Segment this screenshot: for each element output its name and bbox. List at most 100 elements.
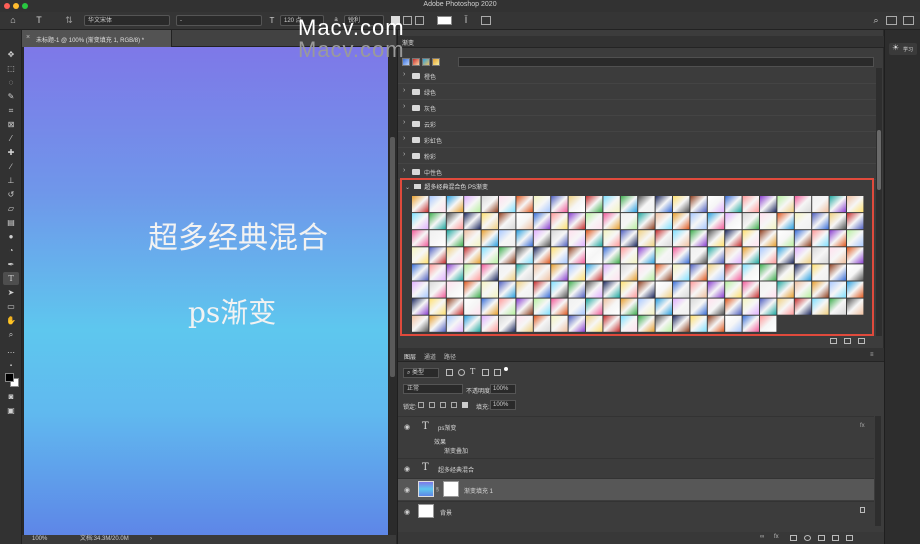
gradient-swatch[interactable] [551, 298, 568, 315]
blend-mode-select[interactable]: 正常 [403, 384, 463, 394]
gradient-swatch[interactable] [829, 264, 846, 281]
gradient-swatch[interactable] [499, 247, 516, 264]
gradient-folder[interactable]: › 橙色 [398, 68, 876, 84]
gradient-swatch[interactable] [829, 196, 846, 213]
history-brush-tool-icon[interactable]: ↺ [3, 188, 19, 201]
gradient-swatch[interactable] [533, 315, 551, 332]
filter-smart-object-icon[interactable] [494, 369, 501, 376]
gradient-swatch[interactable] [707, 315, 725, 332]
character-panel-icon[interactable] [481, 16, 491, 25]
lock-pixels-icon[interactable] [429, 402, 435, 408]
search-icon[interactable]: ⌕ [870, 15, 882, 26]
gradient-swatch[interactable] [499, 230, 516, 247]
gradient-swatch[interactable] [690, 213, 707, 230]
gradient-swatch[interactable] [777, 213, 794, 230]
gradient-swatch[interactable] [812, 247, 829, 264]
gradient-swatch[interactable] [690, 315, 707, 332]
eye-icon[interactable]: ◉ [404, 508, 410, 516]
gradient-swatch[interactable] [412, 298, 429, 315]
gradient-swatch[interactable] [603, 298, 620, 315]
gradient-swatch[interactable] [673, 247, 690, 264]
more-tools-icon[interactable]: ⋯ [3, 346, 19, 359]
canvas-text-subtitle[interactable]: ps渐变 [188, 291, 276, 331]
hand-tool-icon[interactable]: ✋ [3, 314, 19, 327]
gradient-swatch[interactable] [412, 230, 429, 247]
gradient-swatch[interactable] [812, 230, 829, 247]
gradient-swatch[interactable] [568, 196, 585, 213]
gradient-swatch[interactable] [412, 281, 429, 298]
gradient-swatch[interactable] [829, 213, 846, 230]
gradient-swatch[interactable] [481, 315, 498, 332]
gradient-swatch[interactable] [794, 230, 812, 247]
gradient-swatch[interactable] [620, 281, 638, 298]
gradient-swatch[interactable] [725, 247, 742, 264]
gradient-swatch[interactable] [516, 315, 533, 332]
gradient-swatch[interactable] [464, 298, 481, 315]
gradient-swatch[interactable] [412, 213, 429, 230]
gradient-swatch[interactable] [620, 247, 638, 264]
gradient-swatch[interactable] [777, 281, 794, 298]
panel-menu-icon[interactable]: ≡ [870, 352, 874, 358]
gradient-swatch[interactable] [481, 264, 498, 281]
gradient-swatch[interactable] [777, 247, 794, 264]
gradient-swatch[interactable] [812, 298, 829, 315]
gradient-swatch[interactable] [847, 230, 864, 247]
recent-gradient-swatch[interactable] [422, 58, 430, 66]
gradient-swatch[interactable] [742, 196, 759, 213]
gradient-swatch[interactable] [707, 230, 725, 247]
gradient-swatch[interactable] [673, 230, 690, 247]
gradient-swatch[interactable] [847, 213, 864, 230]
gradient-swatch[interactable] [725, 213, 742, 230]
eye-icon[interactable]: ◉ [404, 423, 410, 431]
adjustment-layer-icon[interactable] [804, 535, 811, 541]
gradient-swatch[interactable] [707, 281, 725, 298]
gradient-swatch[interactable] [446, 281, 464, 298]
gradient-swatch[interactable] [533, 213, 551, 230]
home-icon[interactable]: ⌂ [6, 15, 20, 26]
gradient-swatch[interactable] [620, 298, 638, 315]
canvas[interactable]: 超多经典混合 ps渐变 [24, 47, 388, 535]
type-tool-icon[interactable]: T [3, 272, 19, 285]
gradient-swatch[interactable] [638, 264, 655, 281]
gradient-scroll-thumb[interactable] [877, 130, 881, 190]
gradient-folder[interactable]: › 彩虹色 [398, 132, 876, 148]
gradient-swatch[interactable] [655, 196, 672, 213]
gradient-swatch[interactable] [760, 281, 777, 298]
lock-position-icon[interactable] [440, 402, 446, 408]
opacity-input[interactable]: 100% [490, 384, 516, 394]
crop-tool-icon[interactable]: ⌗ [3, 104, 19, 117]
gradient-swatch[interactable] [499, 298, 516, 315]
gradient-swatch[interactable] [707, 213, 725, 230]
gradient-swatch[interactable] [412, 247, 429, 264]
gradient-swatch[interactable] [760, 315, 777, 332]
lasso-tool-icon[interactable]: ◌ [3, 76, 19, 89]
default-colors-icon[interactable]: ▪ [3, 360, 19, 373]
lock-transparent-icon[interactable] [418, 402, 424, 408]
gradient-swatch[interactable] [829, 230, 846, 247]
gradient-swatch[interactable] [603, 315, 620, 332]
gradient-swatch[interactable] [603, 230, 620, 247]
gradient-swatch[interactable] [446, 315, 464, 332]
gradient-swatch[interactable] [673, 213, 690, 230]
chevron-right-icon[interactable]: › [403, 103, 405, 110]
gradient-swatch[interactable] [690, 196, 707, 213]
tab-channels[interactable]: 通道 [424, 352, 436, 361]
gradient-swatch[interactable] [847, 281, 864, 298]
gradient-swatch[interactable] [655, 264, 672, 281]
layer-row-selected[interactable]: ◉ § 渐变填充 1 [398, 478, 874, 500]
gradient-swatch[interactable] [464, 213, 481, 230]
gradient-swatch[interactable] [655, 281, 672, 298]
gradient-swatch[interactable] [516, 247, 533, 264]
foreground-color-swatch[interactable] [5, 373, 14, 382]
eyedropper-tool-icon[interactable]: ⁄ [3, 132, 19, 145]
layer-mask-thumbnail[interactable] [443, 481, 459, 497]
chevron-right-icon[interactable]: › [403, 119, 405, 126]
gradient-swatch[interactable] [725, 196, 742, 213]
gradient-swatch[interactable] [725, 281, 742, 298]
link-layers-icon[interactable]: ∞ [760, 534, 764, 540]
filter-adjustment-icon[interactable] [458, 369, 465, 376]
gradient-swatch[interactable] [551, 213, 568, 230]
quick-select-tool-icon[interactable]: ✎ [3, 90, 19, 103]
gradient-swatch[interactable] [620, 230, 638, 247]
gradient-tool-icon[interactable]: ▤ [3, 216, 19, 229]
